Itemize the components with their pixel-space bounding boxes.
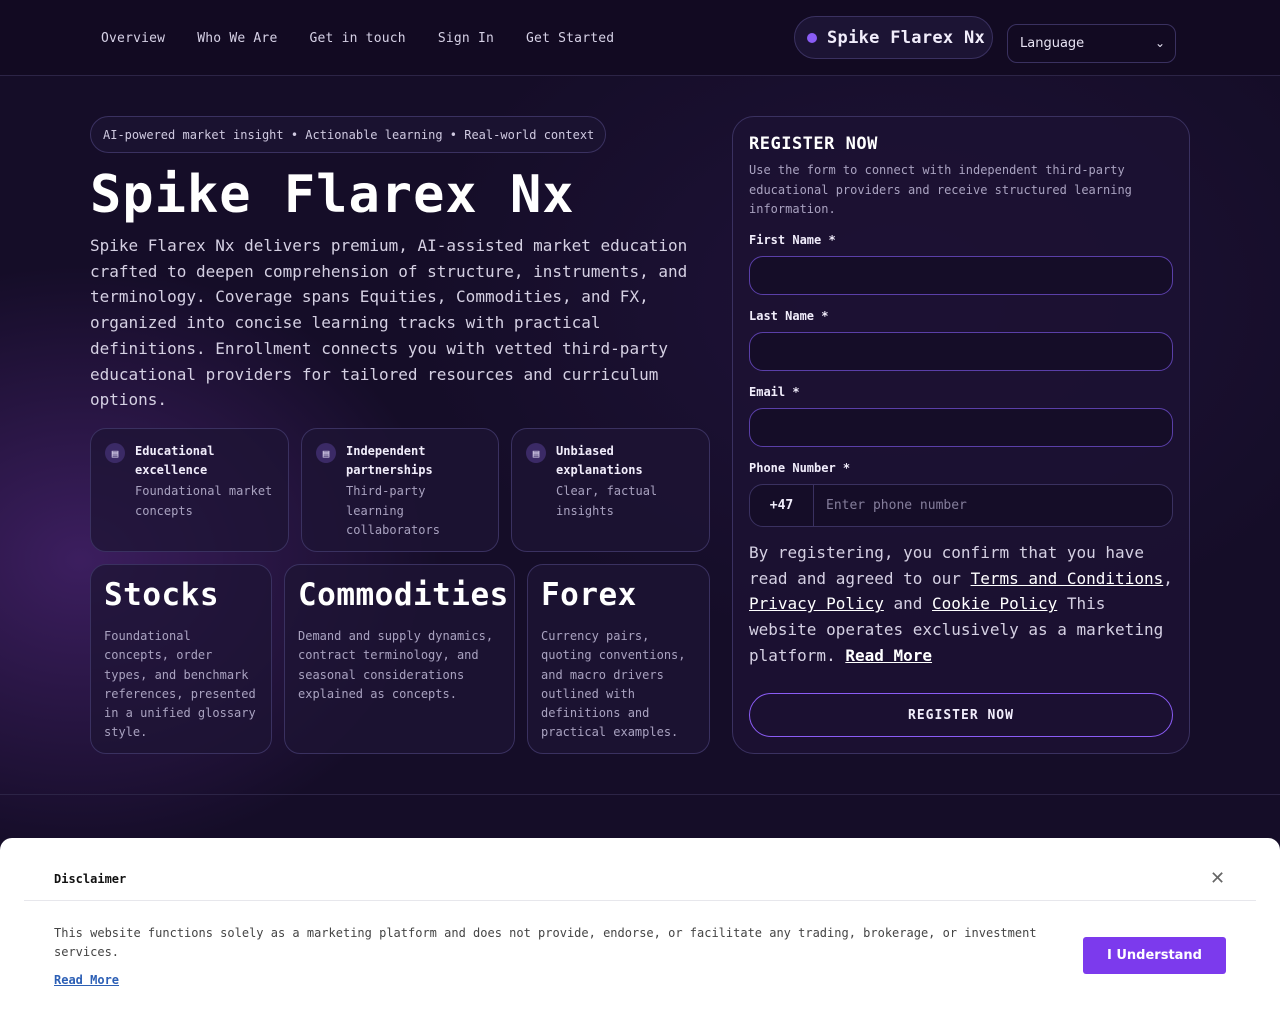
hero-title: Spike Flarex Nx — [90, 165, 575, 225]
registration-form: REGISTER NOW Use the form to connect wit… — [732, 116, 1190, 754]
chevron-down-icon: ⌄ — [1154, 36, 1165, 50]
disclaimer-title: Disclaimer — [54, 872, 127, 886]
consent-text: By registering, you confirm that you hav… — [749, 543, 1173, 665]
market-title: Stocks — [104, 577, 219, 613]
email-field[interactable] — [749, 408, 1173, 447]
first-name-label: First Name * — [749, 233, 836, 247]
privacy-link[interactable]: Privacy Policy — [749, 594, 884, 613]
understand-button[interactable]: I Understand — [1083, 937, 1226, 974]
book-icon: ▤ — [316, 443, 336, 463]
disclaimer-divider — [24, 900, 1256, 901]
brand-name: Spike Flarex Nx — [827, 27, 986, 48]
feature-card-educational: ▤ Educational excellence Foundational ma… — [90, 428, 289, 552]
section-divider — [0, 794, 1280, 795]
first-name-field[interactable] — [749, 256, 1173, 295]
cookie-link[interactable]: Cookie Policy — [932, 594, 1057, 613]
market-description: Demand and supply dynamics, contract term… — [298, 629, 494, 701]
hero-tagline: AI-powered market insight • Actionable l… — [90, 116, 606, 153]
market-title: Commodities — [298, 577, 509, 613]
market-card-commodities: Commodities Demand and supply dynamics, c… — [284, 564, 515, 754]
feature-subtitle: Third-party learning collaborators — [346, 484, 440, 537]
hero-description: Spike Flarex Nx delivers premium, AI-ass… — [90, 236, 688, 410]
nav-who-we-are[interactable]: Who We Are — [197, 31, 277, 47]
form-subtitle: Use the form to connect with independent… — [749, 163, 1132, 216]
feature-title: Unbiased explanations — [556, 444, 643, 477]
feature-title: Educational excellence — [135, 444, 215, 477]
read-more-link[interactable]: Read More — [845, 646, 932, 665]
last-name-label: Last Name * — [749, 309, 829, 323]
book-icon: ▤ — [105, 443, 125, 463]
close-icon[interactable]: ✕ — [1210, 868, 1225, 889]
language-label: Language — [1020, 36, 1085, 51]
email-label: Email * — [749, 385, 800, 399]
disclaimer-read-more-link[interactable]: Read More — [54, 973, 119, 987]
brand-dot-icon — [807, 32, 817, 43]
nav-sign-in[interactable]: Sign In — [438, 31, 494, 47]
disclaimer-banner: Disclaimer ✕ This website functions sole… — [0, 838, 1280, 1024]
market-description: Currency pairs, quoting conventions, and m… — [541, 629, 686, 740]
feature-card-unbiased: ▤ Unbiased explanations Clear, factual i… — [511, 428, 710, 552]
last-name-field[interactable] — [749, 332, 1173, 371]
market-card-stocks: Stocks Foundational concepts, order types,… — [90, 564, 272, 754]
phone-country-code[interactable]: +47 — [750, 485, 814, 526]
book-icon: ▤ — [526, 443, 546, 463]
phone-label: Phone Number * — [749, 461, 851, 475]
market-description: Foundational concepts, order types, and be… — [104, 629, 256, 740]
nav-overview[interactable]: Overview — [101, 31, 165, 47]
nav-get-started[interactable]: Get Started — [526, 31, 614, 47]
feature-subtitle: Clear, factual insights — [556, 484, 658, 518]
market-card-forex: Forex Currency pairs, quoting conventions… — [527, 564, 710, 754]
nav-get-in-touch[interactable]: Get in touch — [310, 31, 406, 47]
language-select[interactable]: Language ⌄ — [1007, 24, 1176, 63]
phone-input[interactable]: Enter phone number — [826, 498, 967, 513]
terms-link[interactable]: Terms and Conditions — [971, 569, 1164, 588]
form-title: REGISTER NOW — [749, 134, 878, 154]
phone-field: +47 Enter phone number — [749, 484, 1173, 527]
main-nav: Overview Who We Are Get in touch Sign In… — [101, 31, 646, 47]
register-button[interactable]: REGISTER NOW — [749, 693, 1173, 737]
feature-title: Independent partnerships — [346, 444, 433, 477]
disclaimer-text: This website functions solely as a marke… — [54, 926, 1037, 959]
site-header: Overview Who We Are Get in touch Sign In… — [0, 0, 1280, 76]
brand-logo[interactable]: Spike Flarex Nx — [794, 16, 993, 59]
feature-card-partnerships: ▤ Independent partnerships Third-party l… — [301, 428, 499, 552]
market-title: Forex — [541, 577, 637, 613]
feature-subtitle: Foundational market concepts — [135, 484, 273, 518]
